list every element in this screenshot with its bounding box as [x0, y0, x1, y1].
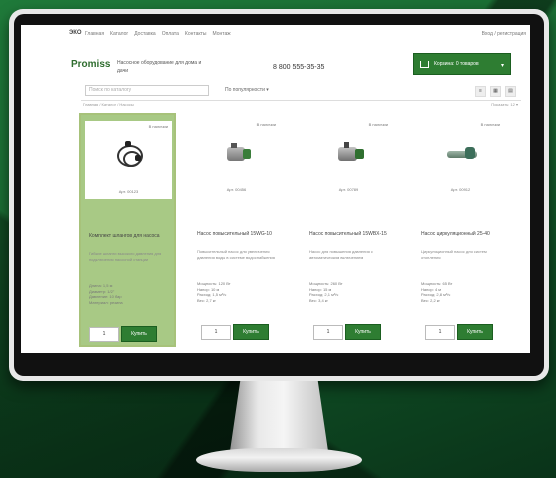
- view-toggle: ≡ ▦ ▤: [475, 86, 516, 97]
- stock-badge: В наличии: [368, 122, 388, 127]
- grid-view-icon[interactable]: ▦: [490, 86, 501, 97]
- product-grid: В наличии Арт. 00123 Комплект шлангов дл…: [79, 113, 519, 349]
- stock-badge: В наличии: [256, 122, 276, 127]
- top-navigation: ЭКО Главная Каталог Доставка Оплата Конт…: [21, 25, 530, 43]
- product-title[interactable]: Насос повысительный 15WG-10: [197, 231, 277, 238]
- page-size-select[interactable]: Показать: 12 ▾: [491, 102, 518, 107]
- monitor-base: [196, 448, 362, 472]
- site-header: Promiss Насосное оборудование для дома и…: [21, 47, 530, 77]
- product-card[interactable]: В наличии Арт. 00123 Комплект шлангов дл…: [79, 113, 176, 347]
- product-specs: Мощность: 65 Вт Напор: 4 м Расход: 2,8 м…: [421, 281, 453, 303]
- product-description: Циркуляционный насос для систем отоплени…: [421, 249, 487, 260]
- monitor-stand: [230, 381, 328, 451]
- product-specs: Мощность: 260 Вт Напор: 15 м Расход: 2,1…: [309, 281, 343, 303]
- stock-badge: В наличии: [148, 124, 168, 129]
- nav-item[interactable]: Контакты: [185, 31, 207, 37]
- stock-badge: В наличии: [480, 122, 500, 127]
- product-description: Гибкие шланги высокого давления для подк…: [89, 251, 162, 262]
- nav-item[interactable]: Доставка: [134, 31, 155, 37]
- quantity-input[interactable]: 1: [425, 325, 455, 340]
- buy-button[interactable]: Купить: [457, 324, 493, 340]
- product-image[interactable]: В наличии Арт. 00789: [305, 119, 392, 197]
- buy-button[interactable]: Купить: [233, 324, 269, 340]
- list-view-icon[interactable]: ≡: [475, 86, 486, 97]
- product-card[interactable]: В наличии Арт. 00789 Насос повысительный…: [301, 113, 398, 347]
- nav-item[interactable]: Каталог: [110, 31, 128, 37]
- nav-item[interactable]: Оплата: [162, 31, 179, 37]
- buy-button[interactable]: Купить: [345, 324, 381, 340]
- search-input[interactable]: Поиск по каталогу: [85, 85, 209, 96]
- cart-label: Корзина: 0 товаров: [434, 61, 479, 67]
- product-image[interactable]: В наличии Арт. 00456: [193, 119, 280, 197]
- divider: [81, 100, 521, 101]
- nav-item[interactable]: Главная: [85, 31, 104, 37]
- product-title[interactable]: Комплект шлангов для насоса: [89, 233, 169, 240]
- product-image[interactable]: В наличии Арт. 00912: [417, 119, 504, 197]
- hose-icon: [115, 141, 145, 169]
- phone-number[interactable]: 8 800 555-35-35: [273, 64, 324, 71]
- pump-icon: [335, 139, 365, 167]
- brand-tagline: Насосное оборудование для дома и дачи: [117, 60, 202, 74]
- product-title[interactable]: Насос циркуляционный 25-40: [421, 231, 501, 238]
- quantity-input[interactable]: 1: [89, 327, 119, 342]
- cart-icon: [420, 60, 429, 68]
- table-view-icon[interactable]: ▤: [505, 86, 516, 97]
- pump-icon: [223, 139, 253, 167]
- nav-menu: Главная Каталог Доставка Оплата Контакты…: [85, 31, 231, 37]
- product-description: Насос для повышения давления с автоматич…: [309, 249, 373, 260]
- product-image[interactable]: В наличии Арт. 00123: [85, 121, 172, 199]
- nav-item[interactable]: Монтаж: [213, 31, 231, 37]
- product-title[interactable]: Насос повысительный 15WBX-15: [309, 231, 389, 238]
- product-sku: Арт. 00912: [450, 187, 471, 192]
- cart-button[interactable]: Корзина: 0 товаров ▾: [413, 53, 511, 75]
- product-specs: Мощность: 120 Вт Напор: 10 м Расход: 1,5…: [197, 281, 231, 303]
- breadcrumb[interactable]: Главная / Каталог / Насосы: [83, 102, 134, 107]
- chevron-down-icon: ▾: [500, 63, 504, 69]
- website-screen: ЭКО Главная Каталог Доставка Оплата Конт…: [21, 25, 530, 353]
- product-description: Повысительный насос для увеличения давле…: [197, 249, 275, 260]
- product-sku: Арт. 00789: [338, 187, 359, 192]
- product-sku: Арт. 00456: [226, 187, 247, 192]
- product-sku: Арт. 00123: [118, 189, 139, 194]
- quantity-input[interactable]: 1: [201, 325, 231, 340]
- site-logo[interactable]: ЭКО: [69, 30, 82, 36]
- product-card[interactable]: В наличии Арт. 00912 Насос циркуляционны…: [413, 113, 510, 347]
- quantity-input[interactable]: 1: [313, 325, 343, 340]
- pump-icon: [447, 139, 477, 167]
- catalog-toolbar: Поиск по каталогу По популярности ▾ ≡ ▦ …: [21, 85, 530, 97]
- brand-name[interactable]: Promiss: [71, 59, 110, 70]
- login-link[interactable]: Вход / регистрация: [482, 31, 526, 37]
- product-card[interactable]: В наличии Арт. 00456 Насос повысительный…: [189, 113, 286, 347]
- sort-dropdown[interactable]: По популярности ▾: [225, 87, 269, 93]
- buy-button[interactable]: Купить: [121, 326, 157, 342]
- product-specs: Длина: 1,5 м Диаметр: 1/2" Давление: 10 …: [89, 283, 123, 305]
